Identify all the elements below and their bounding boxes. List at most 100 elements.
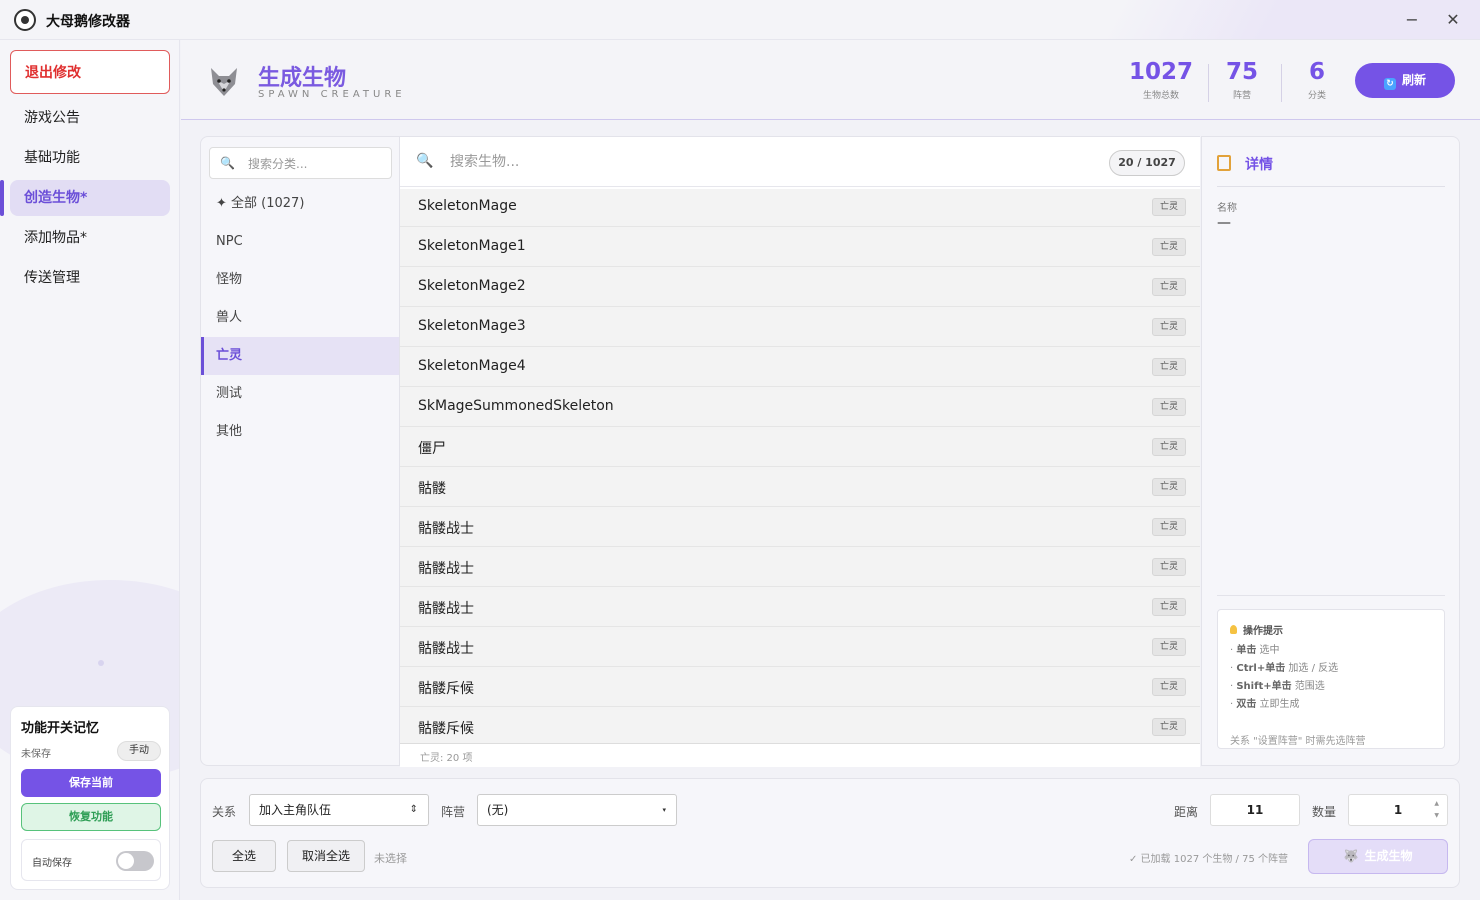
minimize-button[interactable]: − — [1400, 8, 1424, 32]
creature-name: 骷髅战士 — [418, 521, 474, 537]
table-row[interactable]: 僵尸 亡灵 — [400, 427, 1200, 467]
restore-button[interactable]: 恢复功能 — [21, 803, 161, 831]
category-item-beastman[interactable]: 兽人 — [201, 299, 399, 337]
category-item-all[interactable]: ✦ 全部 (1027) — [201, 185, 399, 223]
category-item-undead[interactable]: 亡灵 — [201, 337, 399, 375]
stat-category: 6 分类 — [1293, 58, 1341, 101]
category-tag: 亡灵 — [1152, 678, 1186, 696]
hint-line: · Shift+单击 范围选 — [1230, 681, 1325, 692]
detail-divider — [1217, 595, 1445, 596]
search-icon: 🔍 — [220, 156, 235, 170]
sidebar-item-basic[interactable]: 基础功能 — [10, 140, 170, 176]
stat-divider — [1281, 64, 1282, 102]
autosave-toggle[interactable] — [116, 851, 154, 871]
table-row[interactable]: 骷髅战士 亡灵 — [400, 547, 1200, 587]
creature-name: 骷髅 — [418, 481, 446, 497]
sidebar-item-teleport[interactable]: 传送管理 — [10, 260, 170, 296]
stat-divider — [1208, 64, 1209, 102]
category-search-input[interactable] — [248, 154, 388, 174]
exit-mod-button[interactable]: 退出修改 — [10, 50, 170, 94]
list-footer: 亡灵: 20 项 — [400, 743, 1200, 767]
category-item-monster[interactable]: 怪物 — [201, 261, 399, 299]
spawn-label: 生成生物 — [1364, 849, 1413, 863]
faction-select-value: (无) — [487, 803, 509, 817]
hint-note: 关系 "设置阵营" 时需先选阵营 — [1230, 736, 1366, 747]
table-row[interactable]: 骷髅战士 亡灵 — [400, 627, 1200, 667]
table-row[interactable]: 骷髅战士 亡灵 — [400, 507, 1200, 547]
creature-name: 僵尸 — [418, 441, 446, 457]
title-bar: 大母鹅修改器 − ✕ — [0, 0, 1480, 40]
relation-select[interactable]: 加入主角队伍 ⇕ — [249, 794, 429, 826]
deselect-all-button[interactable]: 取消全选 — [287, 840, 365, 872]
table-row[interactable]: SkeletonMage1 亡灵 — [400, 227, 1200, 267]
creature-search: 🔍 20 / 1027 — [400, 137, 1200, 187]
creature-name: 骷髅斥候 — [418, 721, 474, 737]
distance-input[interactable]: 11 — [1210, 794, 1300, 826]
memory-mode-button[interactable]: 手动 — [117, 741, 161, 761]
creature-name: SkeletonMage1 — [418, 238, 526, 254]
category-item-npc[interactable]: NPC — [201, 223, 399, 261]
updown-chevron-icon: ⇕ — [409, 804, 418, 815]
sidebar-item-create-creature[interactable]: 创造生物* — [0, 180, 170, 216]
table-row[interactable]: 骷髅战士 亡灵 — [400, 587, 1200, 627]
creature-name: 骷髅斥候 — [418, 681, 474, 697]
faction-select[interactable]: (无) ▾ — [477, 794, 677, 826]
spawn-creature-button[interactable]: 🐺 生成生物 — [1308, 839, 1448, 874]
stat-faction-value: 75 — [1225, 59, 1258, 85]
category-item-test[interactable]: 测试 — [201, 375, 399, 413]
category-tag: 亡灵 — [1152, 438, 1186, 456]
stat-faction-label: 阵营 — [1232, 91, 1251, 101]
spin-arrows-icon[interactable]: ▲ ▼ — [1434, 798, 1439, 822]
table-row[interactable]: SkMageSummonedSkeleton 亡灵 — [400, 387, 1200, 427]
detail-title: 详情 — [1245, 157, 1273, 173]
category-tag: 亡灵 — [1152, 358, 1186, 376]
search-icon: 🔍 — [416, 153, 434, 169]
table-row[interactable]: SkeletonMage4 亡灵 — [400, 347, 1200, 387]
faction-label: 阵营 — [441, 805, 466, 819]
creature-name: SkeletonMage4 — [418, 358, 526, 374]
creature-name: 骷髅战士 — [418, 561, 474, 577]
table-row[interactable]: 骷髅 亡灵 — [400, 467, 1200, 507]
category-tag: 亡灵 — [1152, 638, 1186, 656]
loaded-status: ✓ 已加载 1027 个生物 / 75 个阵营 — [1129, 854, 1288, 865]
category-tag: 亡灵 — [1152, 198, 1186, 216]
table-row[interactable]: SkeletonMage3 亡灵 — [400, 307, 1200, 347]
creature-list[interactable]: SkeletonMage 亡灵 SkeletonMage1 亡灵 SkeletonMag… — [400, 189, 1200, 743]
creature-name: SkeletonMage3 — [418, 318, 526, 334]
app-title: 大母鹅修改器 — [46, 14, 130, 30]
distance-label: 距离 — [1174, 805, 1199, 819]
save-current-button[interactable]: 保存当前 — [21, 769, 161, 797]
bottom-action-bar: 关系 加入主角队伍 ⇕ 阵营 (无) ▾ 距离 11 数量 1 ▲ ▼ 全选 取消… — [200, 778, 1460, 888]
category-tag: 亡灵 — [1152, 558, 1186, 576]
table-row[interactable]: 骷髅斥候 亡灵 — [400, 707, 1200, 743]
hint-title-text: 操作提示 — [1243, 626, 1283, 637]
category-tag: 亡灵 — [1152, 278, 1186, 296]
category-tag: 亡灵 — [1152, 398, 1186, 416]
table-row[interactable]: SkeletonMage2 亡灵 — [400, 267, 1200, 307]
stat-faction: 75 阵营 — [1216, 58, 1268, 101]
hint-line: · Ctrl+单击 加选 / 反选 — [1230, 663, 1339, 674]
refresh-button[interactable]: ↻ 刷新 — [1355, 63, 1455, 98]
table-row[interactable]: SkeletonMage 亡灵 — [400, 189, 1200, 227]
sidebar-item-announcement[interactable]: 游戏公告 — [10, 100, 170, 136]
page-title: 生成生物 — [258, 66, 347, 91]
category-item-other[interactable]: 其他 — [201, 413, 399, 451]
creature-name: SkeletonMage2 — [418, 278, 526, 294]
creature-name: SkMageSummonedSkeleton — [418, 398, 614, 414]
detail-header: 详情 — [1217, 153, 1445, 187]
hint-line: · 单击 选中 — [1230, 645, 1280, 656]
hint-title: 操作提示 — [1230, 622, 1283, 637]
creature-name: 骷髅战士 — [418, 601, 474, 617]
detail-name-label: 名称 — [1217, 203, 1237, 214]
select-all-button[interactable]: 全选 — [212, 840, 276, 872]
close-button[interactable]: ✕ — [1441, 8, 1465, 32]
memory-status: 未保存 — [21, 749, 51, 760]
sidebar-dot — [98, 660, 104, 666]
sidebar-item-add-item[interactable]: 添加物品* — [10, 220, 170, 256]
selection-status: 未选择 — [374, 852, 407, 865]
creature-search-input[interactable] — [450, 151, 1050, 173]
stat-total-value: 1027 — [1128, 59, 1193, 85]
quantity-label: 数量 — [1312, 805, 1337, 819]
table-row[interactable]: 骷髅斥候 亡灵 — [400, 667, 1200, 707]
quantity-stepper[interactable]: 1 ▲ ▼ — [1348, 794, 1448, 826]
